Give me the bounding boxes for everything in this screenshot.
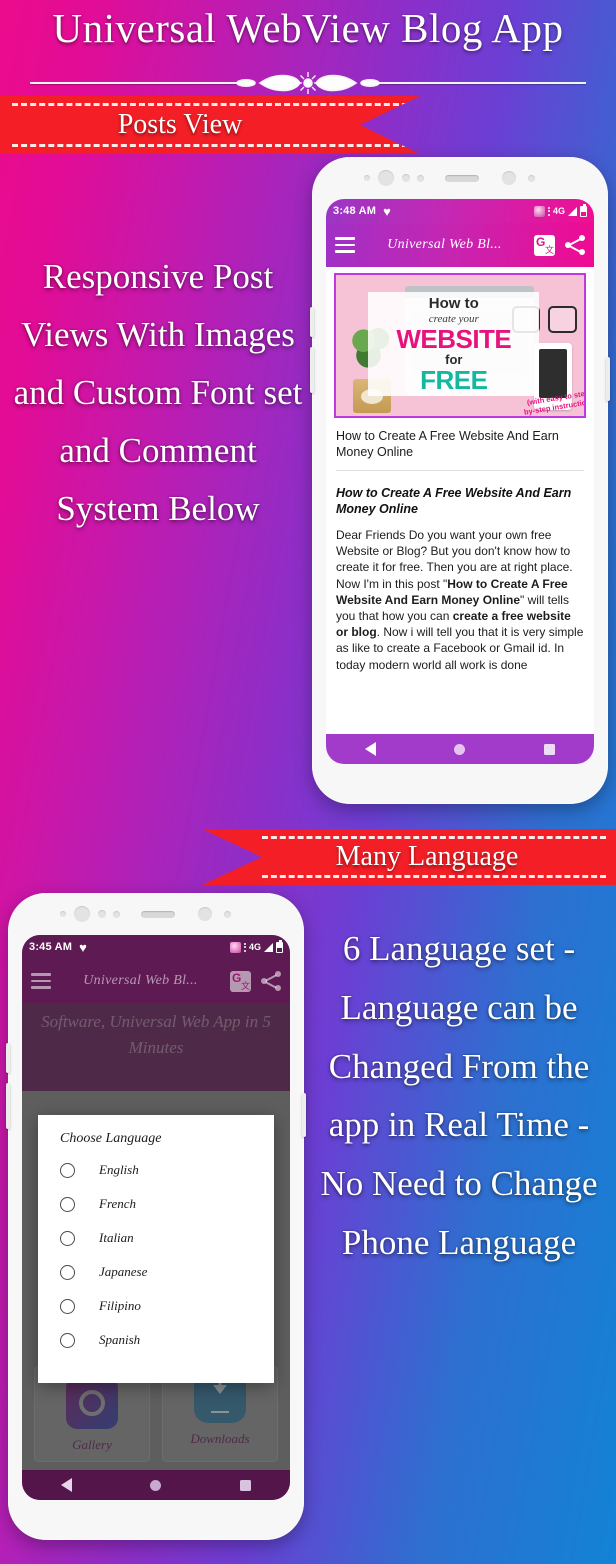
home-button-icon[interactable]: [454, 743, 466, 755]
power-button[interactable]: [302, 1093, 306, 1137]
featured-line-1: How to: [428, 295, 479, 313]
dialog-title: Choose Language: [60, 1131, 162, 1146]
status-time: 3:48 AM: [333, 205, 377, 217]
app-notification-icon: [533, 205, 545, 217]
google-translate-icon[interactable]: [230, 970, 251, 992]
sensor-dot: [402, 174, 410, 182]
section-ribbon-many-language: Many Language: [202, 829, 616, 885]
choose-language-dialog[interactable]: Choose Language English French Italian J…: [38, 1115, 274, 1383]
more-dots-icon: [547, 206, 550, 216]
status-bar: 3:48 AM ♥ 4G: [326, 199, 594, 223]
radio-button[interactable]: [60, 1162, 75, 1178]
language-option-spanish[interactable]: Spanish: [38, 1323, 274, 1357]
language-option-japanese[interactable]: Japanese: [38, 1255, 274, 1289]
volume-up-button[interactable]: [6, 1043, 10, 1073]
sensor-dot: [417, 175, 424, 182]
radio-button[interactable]: [60, 1332, 75, 1348]
sensor-dot: [113, 911, 120, 918]
post-list-title[interactable]: How to Create A Free Website And Earn Mo…: [336, 428, 584, 461]
battery-icon: [580, 203, 587, 217]
section-ribbon-posts-view: Posts View: [0, 96, 420, 154]
sensor-dot: [98, 910, 106, 918]
volume-up-button[interactable]: [310, 307, 314, 337]
radio-button[interactable]: [60, 1230, 75, 1246]
sensor-dot: [224, 911, 231, 918]
recents-button-icon[interactable]: [543, 743, 555, 755]
option-label: French: [99, 1196, 137, 1211]
post-content-area[interactable]: How to create your WEBSITE for FREE (wit…: [326, 267, 594, 734]
featured-line-5: FREE: [420, 365, 488, 396]
radio-button[interactable]: [60, 1196, 75, 1212]
network-label: 4G: [248, 942, 261, 952]
sensor-dot: [364, 175, 370, 181]
earpiece-speaker: [141, 911, 175, 918]
promo-text-language: 6 Language set - Language can be Changed…: [320, 929, 598, 1262]
language-option-french[interactable]: French: [38, 1187, 274, 1221]
app-bar: Universal Web Bl...: [22, 959, 290, 1003]
front-camera-icon: [378, 170, 394, 186]
sensor-dot: [60, 911, 66, 917]
featured-image[interactable]: How to create your WEBSITE for FREE (wit…: [334, 273, 586, 418]
option-label: Japanese: [99, 1264, 148, 1279]
status-time: 3:45 AM: [29, 941, 73, 953]
divider: [336, 469, 584, 471]
post-heading: How to Create A Free Website And Earn Mo…: [336, 485, 572, 516]
sensor-dot: [198, 907, 212, 921]
android-nav-bar: [326, 734, 594, 764]
network-label: 4G: [552, 206, 565, 216]
option-label: Italian: [99, 1230, 134, 1245]
radio-button[interactable]: [60, 1264, 75, 1280]
signal-icon: [264, 942, 273, 952]
heart-icon: ♥: [383, 203, 391, 219]
hamburger-icon[interactable]: [31, 973, 51, 989]
home-content-area[interactable]: Software, Universal Web App in 5 Minutes…: [22, 1003, 290, 1470]
phone-top-bezel: [312, 157, 608, 199]
status-bar: 3:45 AM ♥ 4G: [22, 935, 290, 959]
app-bar: Universal Web Bl...: [326, 223, 594, 267]
phone-top-bezel: [8, 893, 304, 935]
more-dots-icon: [243, 942, 246, 952]
android-nav-bar: [22, 1470, 290, 1500]
radio-button[interactable]: [60, 1298, 75, 1314]
featured-line-3: WEBSITE: [396, 324, 512, 355]
option-label: English: [99, 1162, 139, 1177]
language-option-english[interactable]: English: [38, 1153, 274, 1187]
phone-screen-posts: 3:48 AM ♥ 4G Universal Web Bl... G 文 How…: [326, 199, 594, 764]
back-button-icon[interactable]: [61, 1478, 73, 1492]
app-title: Universal Web Bl...: [387, 237, 502, 252]
page-header: Universal WebView Blog App: [0, 0, 616, 96]
ribbon-label: Posts View: [117, 109, 243, 140]
phone-mockup-language: 3:45 AM ♥ 4G Universal Web Bl... Softwar…: [6, 893, 306, 1540]
signal-icon: [568, 206, 577, 216]
home-button-icon[interactable]: [150, 1479, 162, 1491]
language-option-italian[interactable]: Italian: [38, 1221, 274, 1255]
ornamental-divider: [30, 72, 586, 94]
post-body: Dear Friends Do you want your own free W…: [336, 527, 584, 673]
volume-down-button[interactable]: [310, 347, 314, 393]
promo-text-posts: Responsive Post Views With Images and Cu…: [13, 257, 303, 529]
app-title: Universal Web Bl...: [83, 973, 198, 988]
page-title: Universal WebView Blog App: [52, 5, 564, 51]
phone-screen-language: 3:45 AM ♥ 4G Universal Web Bl... Softwar…: [22, 935, 290, 1500]
option-label: Filipino: [99, 1298, 141, 1313]
language-option-filipino[interactable]: Filipino: [38, 1289, 274, 1323]
google-translate-icon[interactable]: [534, 234, 555, 256]
back-button-icon[interactable]: [365, 742, 377, 756]
app-notification-icon: [229, 941, 241, 953]
earpiece-speaker: [445, 175, 479, 182]
ribbon-label: Many Language: [335, 841, 519, 872]
option-label: Spanish: [99, 1332, 141, 1347]
phone-mockup-posts: 3:48 AM ♥ 4G Universal Web Bl... G 文 How…: [310, 157, 610, 804]
power-button[interactable]: [606, 357, 610, 401]
sensor-dot: [528, 175, 535, 182]
share-icon[interactable]: [261, 971, 281, 991]
sensor-dot: [502, 171, 516, 185]
heart-icon: ♥: [79, 939, 87, 955]
battery-icon: [276, 939, 283, 953]
volume-down-button[interactable]: [6, 1083, 10, 1129]
recents-button-icon[interactable]: [239, 1479, 251, 1491]
hamburger-icon[interactable]: [335, 237, 355, 253]
front-camera-icon: [74, 906, 90, 922]
share-icon[interactable]: [565, 235, 585, 255]
